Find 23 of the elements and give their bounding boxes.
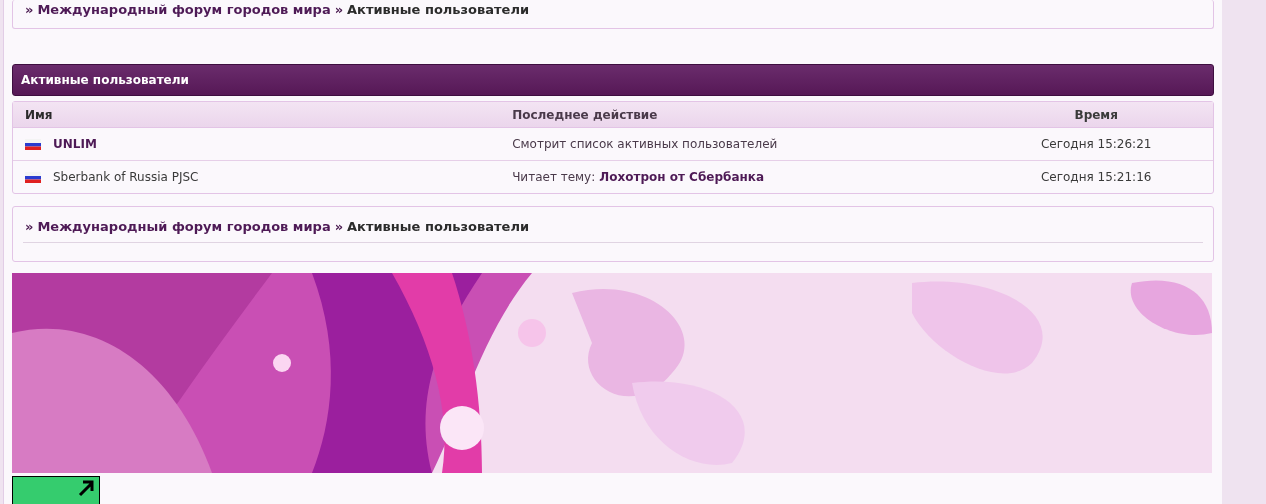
username-link[interactable]: Sberbank of Russia PJSC bbox=[53, 170, 199, 184]
back-button[interactable] bbox=[12, 476, 100, 504]
breadcrumb-current: Активные пользователи bbox=[347, 219, 530, 234]
column-header: Последнее действие bbox=[512, 107, 659, 122]
column-header: Время bbox=[1073, 107, 1119, 122]
breadcrumb-current: Активные пользователи bbox=[347, 2, 530, 17]
breadcrumb-separator: » bbox=[334, 2, 344, 17]
time-text: Сегодня 15:21:16 bbox=[1039, 170, 1153, 184]
username-link[interactable]: UNLIM bbox=[53, 137, 97, 151]
breadcrumb-separator: » bbox=[25, 219, 34, 234]
column-header: Имя bbox=[24, 107, 54, 122]
action-text: Читает тему: bbox=[512, 170, 596, 184]
time-text: Сегодня 15:26:21 bbox=[1039, 137, 1153, 151]
action-text: Смотрит список активных пользователей bbox=[512, 137, 778, 151]
breadcrumb-separator: » bbox=[334, 219, 344, 234]
topic-link[interactable]: Лохотрон от Сбербанка bbox=[599, 170, 765, 184]
breadcrumb-link[interactable]: Международный форум городов мира bbox=[37, 219, 331, 234]
breadcrumb-link[interactable]: Международный форум городов мира bbox=[37, 2, 331, 17]
flag-icon bbox=[25, 171, 41, 183]
arrow-icon bbox=[77, 479, 95, 497]
flag-icon bbox=[25, 138, 41, 150]
panel-title: Активные пользователи bbox=[21, 73, 189, 87]
breadcrumb-separator: » bbox=[25, 2, 34, 17]
